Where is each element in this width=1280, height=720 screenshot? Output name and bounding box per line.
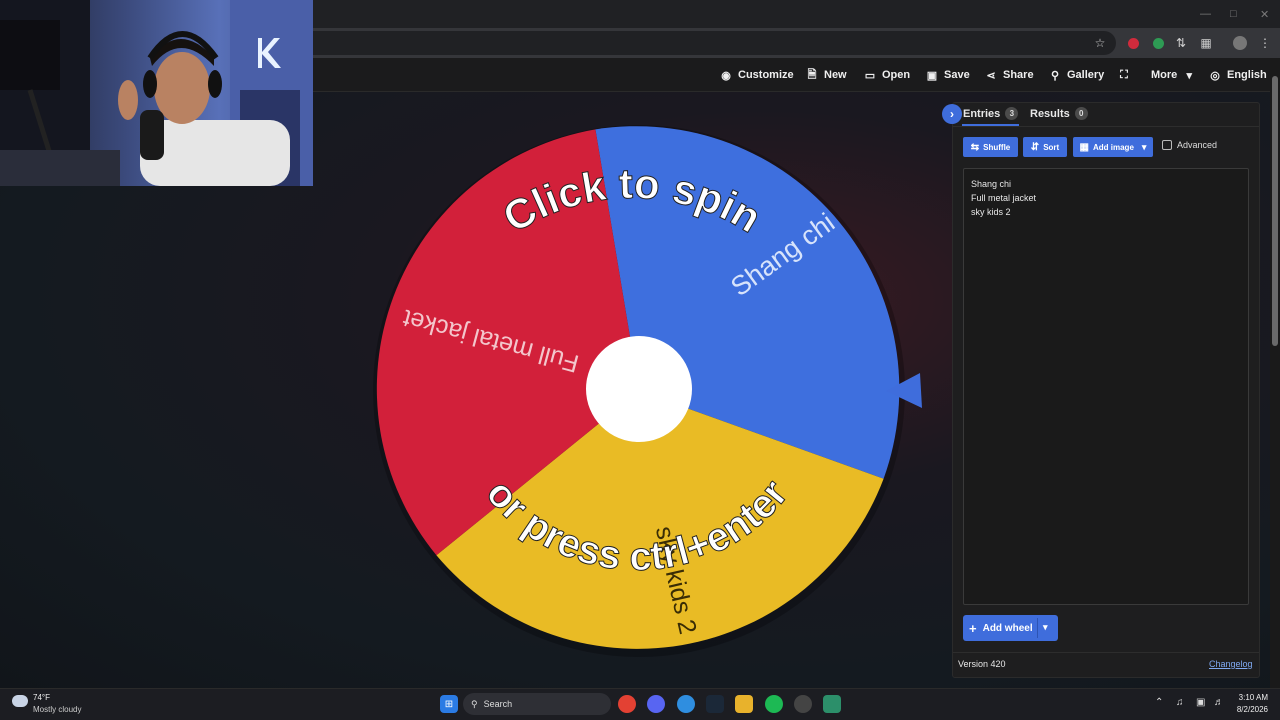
translate-extension-icon[interactable]: ⇅ — [1173, 35, 1189, 51]
plus-icon: + — [969, 621, 977, 636]
add-image-button[interactable]: ▦ Add image ▾ — [1073, 137, 1153, 157]
globe-icon: ◎ — [1210, 69, 1220, 82]
entries-count-badge: 3 — [1005, 107, 1019, 120]
fullscreen-button[interactable]: ⛶ — [1118, 66, 1130, 84]
volume-icon[interactable]: ♬ — [1214, 697, 1224, 708]
steam-icon[interactable] — [706, 695, 724, 713]
entry-line: Full metal jacket — [971, 193, 1037, 203]
checkbox-box[interactable] — [1162, 140, 1172, 150]
edge-icon[interactable] — [677, 695, 695, 713]
advanced-label: Advanced — [1177, 140, 1218, 150]
share-icon: ⋖ — [986, 69, 996, 82]
changelog-link[interactable]: Changelog — [1209, 659, 1253, 669]
taskbar-search[interactable]: ⚲ Search — [463, 693, 611, 715]
omnibox[interactable] — [300, 31, 1116, 55]
new-button[interactable]: 🗎 New — [806, 66, 847, 84]
tab-results-label: Results — [1030, 107, 1070, 120]
profile-avatar-icon[interactable] — [1232, 35, 1248, 51]
tab-divider — [953, 126, 1259, 127]
discord-icon[interactable] — [647, 695, 665, 713]
maximize-icon[interactable]: □ — [1230, 8, 1237, 20]
customize-button[interactable]: ◉ Customize — [720, 66, 794, 84]
weather-desc: Mostly cloudy — [33, 705, 82, 714]
scrollbar-thumb[interactable] — [1272, 76, 1278, 346]
wheel-spin-area[interactable] — [376, 128, 902, 654]
gallery-button[interactable]: ⚲ Gallery — [1049, 66, 1104, 84]
active-app-icon[interactable] — [823, 695, 841, 713]
shuffle-button[interactable]: ⇆ Shuffle — [963, 137, 1018, 157]
tab-results[interactable]: Results 0 — [1030, 107, 1088, 120]
sort-button[interactable]: ⇵ Sort — [1023, 137, 1067, 157]
save-label: Save — [944, 69, 970, 81]
extension-red-icon[interactable] — [1125, 35, 1141, 51]
add-wheel-button[interactable]: + Add wheel ▾ — [963, 615, 1058, 641]
results-count-badge: 0 — [1074, 107, 1088, 120]
tab-entries-label: Entries — [963, 107, 1001, 120]
image-icon: ▦ — [1079, 141, 1089, 153]
sort-icon: ⇵ — [1030, 141, 1040, 153]
palette-icon: ◉ — [721, 69, 731, 82]
add-image-label: Add image — [1093, 142, 1134, 152]
add-wheel-label: Add wheel — [982, 623, 1033, 634]
extension-green-icon[interactable] — [1150, 35, 1166, 51]
entry-line: Shang chi — [971, 179, 1012, 189]
fullscreen-icon: ⛶ — [1120, 68, 1128, 81]
customize-label: Customize — [738, 69, 794, 81]
taskbar — [0, 688, 1280, 720]
chevron-right-icon: › — [950, 107, 954, 121]
open-label: Open — [882, 69, 911, 81]
new-label: New — [824, 69, 847, 81]
search-icon: ⚲ — [1050, 69, 1060, 82]
version-text: Version 420 — [958, 659, 1006, 669]
microphone-icon[interactable]: ♫ — [1176, 697, 1184, 708]
shuffle-label: Shuffle — [983, 142, 1011, 152]
clock-date[interactable]: 8/2/2026 — [1228, 705, 1268, 714]
weather-temp: 74°F — [33, 693, 50, 702]
browser-menu-icon[interactable]: ⋮ — [1257, 35, 1273, 51]
entries-textarea[interactable]: Shang chi Full metal jacket sky kids 2 — [963, 168, 1249, 605]
close-window-icon[interactable]: ✕ — [1260, 8, 1269, 21]
panel-footer-divider — [953, 652, 1259, 653]
collapse-panel-button[interactable]: › — [942, 104, 962, 124]
language-button[interactable]: ◎ English — [1209, 66, 1267, 84]
share-button[interactable]: ⋖ Share — [985, 66, 1034, 84]
caret-down-icon: ▾ — [1141, 141, 1147, 152]
folder-icon: ▭ — [864, 69, 876, 82]
shuffle-icon: ⇆ — [970, 141, 980, 153]
caret-down-icon[interactable]: ▾ — [1043, 622, 1048, 633]
caret-down-icon: ▾ — [1186, 69, 1193, 82]
gallery-label: Gallery — [1067, 69, 1105, 81]
network-icon[interactable]: ▣ — [1196, 697, 1205, 708]
button-separator — [1037, 618, 1038, 638]
sort-label: Sort — [1043, 142, 1060, 152]
open-button[interactable]: ▭ Open — [864, 66, 910, 84]
save-icon: ▣ — [926, 69, 938, 82]
advanced-checkbox[interactable]: Advanced — [1162, 140, 1217, 150]
app-icon[interactable] — [794, 695, 812, 713]
windows-start-icon[interactable]: ⊞ — [440, 695, 458, 713]
file-explorer-icon[interactable] — [735, 695, 753, 713]
extensions-puzzle-icon[interactable]: ▦ — [1198, 35, 1214, 51]
minimize-icon[interactable]: — — [1200, 8, 1211, 20]
search-icon: ⚲ — [471, 698, 478, 709]
chrome-icon[interactable] — [618, 695, 636, 713]
share-label: Share — [1003, 69, 1034, 81]
save-button[interactable]: ▣ Save — [926, 66, 970, 84]
new-file-icon: 🗎 — [807, 68, 817, 81]
tab-entries[interactable]: Entries 3 — [963, 107, 1019, 120]
clock-time[interactable]: 3:10 AM — [1236, 693, 1268, 702]
spotify-icon[interactable] — [765, 695, 783, 713]
taskbar-search-label: Search — [483, 699, 513, 709]
more-label: More — [1151, 69, 1178, 81]
more-button[interactable]: More ▾ — [1151, 66, 1195, 84]
bookmark-star-icon[interactable]: ☆ — [1092, 35, 1108, 51]
entry-line: sky kids 2 — [971, 207, 1011, 217]
weather-icon[interactable] — [12, 695, 28, 707]
webcam-overlay — [0, 0, 313, 186]
tray-chevron-up-icon[interactable]: ⌃ — [1155, 697, 1163, 708]
language-label: English — [1227, 69, 1267, 81]
webcam-feed-image — [0, 0, 313, 186]
